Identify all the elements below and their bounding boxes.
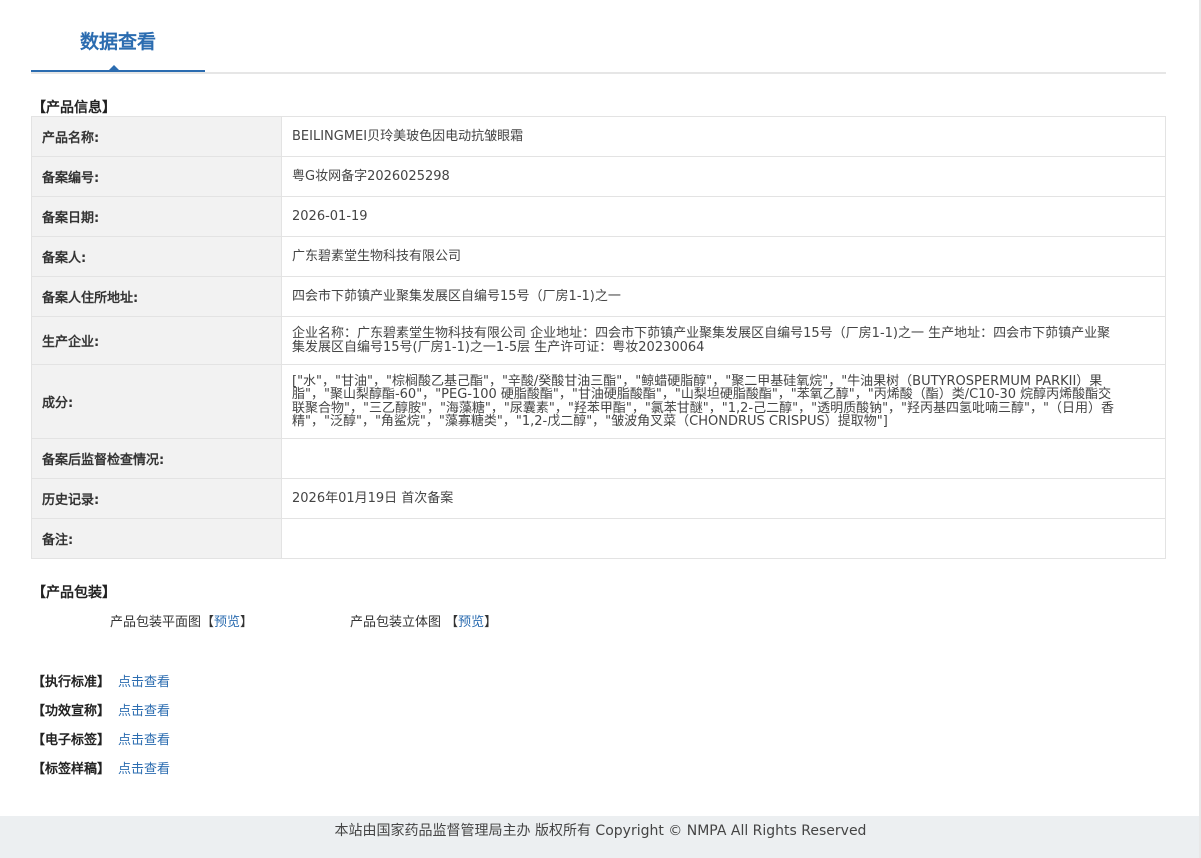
e-label-label: 【电子标签】 <box>32 733 111 748</box>
packaging-solid-item: 产品包装立体图 【预览】 <box>350 615 498 630</box>
table-row-ingredients: 成分: ["水"，"甘油"，"棕榈酸乙基己酯"，"辛酸/癸酸甘油三酯"，"鲸蜡硬… <box>31 364 1166 439</box>
label-sample-row: 【标签样稿】 点击查看 <box>32 758 170 777</box>
standard-view-link[interactable]: 点击查看 <box>118 675 170 690</box>
row-label: 备案人住所地址: <box>31 276 282 317</box>
table-row-registrant: 备案人: 广东碧素堂生物科技有限公司 <box>31 236 1166 277</box>
table-row-registrant-address: 备案人住所地址: 四会市下茆镇产业聚集发展区自编号15号（厂房1-1)之一 <box>31 276 1166 317</box>
tab-bar: 数据查看 <box>31 0 1166 74</box>
product-info-table: 产品名称: BEILINGMEI贝玲美玻色因电动抗皱眼霜 备案编号: 粤G妆网备… <box>31 116 1166 559</box>
row-label: 备案日期: <box>31 196 282 237</box>
tab-label: 数据查看 <box>79 31 156 53</box>
packaging-flat-label: 产品包装平面图 <box>110 615 202 630</box>
standard-row: 【执行标准】 点击查看 <box>32 671 170 690</box>
tab-data-view[interactable]: 数据查看 <box>31 0 205 72</box>
e-label-view-link[interactable]: 点击查看 <box>118 733 170 748</box>
row-label: 备案编号: <box>31 156 282 197</box>
standard-label: 【执行标准】 <box>32 675 111 690</box>
table-row-record-number: 备案编号: 粤G妆网备字2026025298 <box>31 156 1166 197</box>
row-value: 2026-01-19 <box>281 196 1166 237</box>
row-value: 企业名称：广东碧素堂生物科技有限公司 企业地址：四会市下茆镇产业聚集发展区自编号… <box>281 316 1166 365</box>
table-row-history: 历史记录: 2026年01月19日 首次备案 <box>31 478 1166 519</box>
row-value <box>281 518 1166 559</box>
row-label: 成分: <box>31 364 282 439</box>
efficacy-label: 【功效宣称】 <box>32 704 111 719</box>
tab-active-caret <box>107 65 121 72</box>
row-label: 备注: <box>31 518 282 559</box>
product-info-heading: 【产品信息】 <box>32 100 116 116</box>
row-value: 四会市下茆镇产业聚集发展区自编号15号（厂房1-1)之一 <box>281 276 1166 317</box>
table-row-supervision: 备案后监督检查情况: <box>31 438 1166 479</box>
row-value: BEILINGMEI贝玲美玻色因电动抗皱眼霜 <box>281 116 1166 157</box>
table-row-product-name: 产品名称: BEILINGMEI贝玲美玻色因电动抗皱眼霜 <box>31 116 1166 157</box>
footer: 本站由国家药品监督管理局主办 版权所有 Copyright © NMPA All… <box>0 816 1201 858</box>
row-value: 粤G妆网备字2026025298 <box>281 156 1166 197</box>
packaging-solid-preview-link[interactable]: 预览 <box>458 615 484 630</box>
packaging-heading: 【产品包装】 <box>32 585 116 601</box>
e-label-row: 【电子标签】 点击查看 <box>32 729 170 748</box>
row-label: 历史记录: <box>31 478 282 519</box>
efficacy-row: 【功效宣称】 点击查看 <box>32 700 170 719</box>
table-row-remarks: 备注: <box>31 518 1166 559</box>
row-value: 2026年01月19日 首次备案 <box>281 478 1166 519</box>
row-label: 备案人: <box>31 236 282 277</box>
row-value: ["水"，"甘油"，"棕榈酸乙基己酯"，"辛酸/癸酸甘油三酯"，"鲸蜡硬脂醇"，… <box>281 364 1166 439</box>
row-label: 生产企业: <box>31 316 282 365</box>
row-value: 广东碧素堂生物科技有限公司 <box>281 236 1166 277</box>
label-sample-view-link[interactable]: 点击查看 <box>118 762 170 777</box>
footer-copyright: 本站由国家药品监督管理局主办 版权所有 Copyright © NMPA All… <box>334 823 867 839</box>
row-value <box>281 438 1166 479</box>
label-sample-label: 【标签样稿】 <box>32 762 111 777</box>
table-row-manufacturer: 生产企业: 企业名称：广东碧素堂生物科技有限公司 企业地址：四会市下茆镇产业聚集… <box>31 316 1166 365</box>
row-label: 备案后监督检查情况: <box>31 438 282 479</box>
packaging-flat-item: 产品包装平面图【预览】 <box>110 615 254 630</box>
efficacy-view-link[interactable]: 点击查看 <box>118 704 170 719</box>
row-label: 产品名称: <box>31 116 282 157</box>
packaging-flat-preview-link[interactable]: 预览 <box>214 615 240 630</box>
packaging-solid-label: 产品包装立体图 <box>350 615 442 630</box>
table-row-record-date: 备案日期: 2026-01-19 <box>31 196 1166 237</box>
